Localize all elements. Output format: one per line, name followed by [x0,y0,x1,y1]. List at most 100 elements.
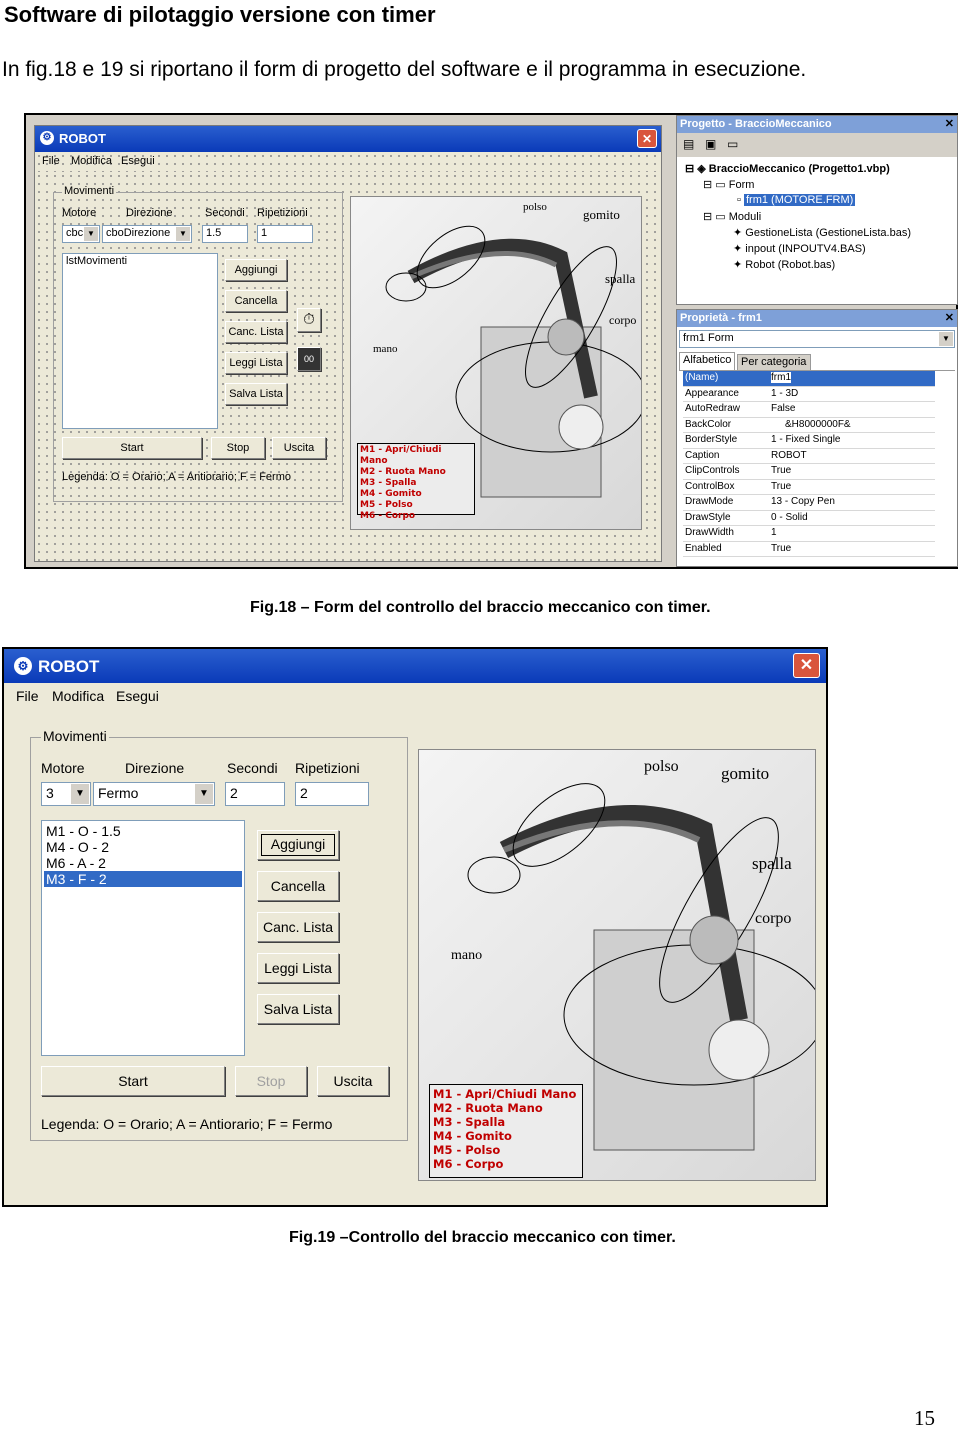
motor-legend-item: M3 - Spalla [360,478,417,488]
property-row[interactable]: DrawStyle 0 - Solid [683,511,935,526]
salva-lista-button[interactable]: Salva Lista [257,994,339,1024]
motore-combo-value: cbc [66,227,84,239]
property-value: False [771,403,796,414]
tab-alfabetico[interactable]: Alfabetico [679,352,735,370]
property-value: True [771,480,792,492]
salva-lista-button[interactable]: Salva Lista [225,383,287,405]
property-row[interactable]: BackColor &H8000000F& [683,418,935,433]
property-row[interactable]: ControlBox True [683,480,935,495]
view-code-icon[interactable]: ▤ [683,137,694,151]
property-value: 1 [771,527,777,538]
chevron-down-icon[interactable]: ▼ [176,227,190,241]
list-item[interactable]: M1 - O - 1.5 [44,823,242,839]
aggiungi-button[interactable]: Aggiungi [225,259,287,281]
cancella-button[interactable]: Cancella [225,290,287,312]
close-icon[interactable]: ✕ [945,117,954,130]
page-number: 15 [914,1406,935,1430]
ripetizioni-input[interactable]: 1 [257,225,313,243]
chevron-down-icon[interactable]: ▼ [195,784,213,804]
motor-legend-item: M6 - Corpo [360,511,416,521]
list-item[interactable]: M4 - O - 2 [44,839,242,855]
form-folder[interactable]: ⊟ ▭ Form [703,178,754,191]
property-grid: (Name) frm1 Appearance 1 - 3D AutoRedraw Fa… [679,370,955,566]
canc-lista-button[interactable]: Canc. Lista [257,912,339,942]
stop-button[interactable]: Stop [211,437,265,459]
leggi-lista-button[interactable]: Leggi Lista [257,953,339,983]
project-explorer: Progetto - BraccioMeccanico ✕ ▤ ▣ ▭ ⊟ ◈ … [676,115,958,305]
property-row[interactable]: Appearance 1 - 3D [683,387,935,402]
property-row[interactable]: Enabled True [683,542,935,557]
movimenti-listbox[interactable]: M1 - O - 1.5 M4 - O - 2 M6 - A - 2 M3 - … [41,820,245,1056]
menu-modifica[interactable]: Modifica [71,155,112,167]
property-row[interactable]: Caption ROBOT [683,449,935,464]
chevron-down-icon[interactable]: ▼ [71,784,89,804]
label-polso: polso [523,201,547,213]
direzione-combo[interactable]: Fermo ▼ [93,782,215,806]
uscita-button[interactable]: Uscita [272,437,326,459]
motore-combo[interactable]: 3 ▼ [41,782,91,806]
motor-legend-item: M3 - Spalla [433,1115,506,1129]
menu-esegui[interactable]: Esegui [121,155,155,167]
property-key: AutoRedraw [685,403,741,414]
canc-lista-button[interactable]: Canc. Lista [225,321,287,343]
start-button[interactable]: Start [41,1066,225,1096]
project-toolbar: ▤ ▣ ▭ [677,133,957,157]
form-item[interactable]: ▫ frm1 (MOTORE.FRM) [737,194,856,206]
close-icon[interactable]: ✕ [637,129,657,148]
view-object-icon[interactable]: ▣ [705,137,716,151]
project-root[interactable]: ⊟ ◈ BraccioMeccanico (Progetto1.vbp) [685,162,890,175]
property-value: 0 - Solid [771,511,808,523]
close-icon[interactable]: ✕ [945,311,954,324]
module-item[interactable]: ✦ Robot (Robot.bas) [733,258,835,271]
movimenti-group: Movimenti Motore Direzione Secondi Ripet… [53,185,343,502]
label-spalla: spalla [605,271,636,286]
module-item[interactable]: ✦ inpout (INPOUTV4.BAS) [733,242,866,255]
leggi-lista-button[interactable]: Leggi Lista [225,352,287,374]
list-item[interactable]: M6 - A - 2 [44,855,242,871]
motore-combo[interactable]: cbc ▼ [62,225,100,243]
chevron-down-icon[interactable]: ▼ [939,332,953,346]
chevron-down-icon[interactable]: ▼ [84,227,98,241]
property-row[interactable]: BorderStyle 1 - Fixed Single [683,433,935,449]
uscita-button[interactable]: Uscita [317,1066,389,1096]
movimenti-group-title: Movimenti [41,728,109,744]
tab-per-categoria[interactable]: Per categoria [737,354,811,370]
robot-window-titlebar: ⚙ ROBOT ✕ [4,649,826,683]
property-key: Enabled [685,542,722,554]
movimenti-listbox[interactable]: lstMovimenti [62,253,218,429]
property-row[interactable]: DrawWidth 1 [683,526,935,542]
secondi-input[interactable]: 1.5 [202,225,248,243]
menu-modifica[interactable]: Modifica [52,688,104,704]
property-value: frm1 [771,372,791,383]
design-grid: Movimenti Motore Direzione Secondi Ripet… [35,172,661,561]
secondi-input[interactable]: 2 [225,782,285,806]
aggiungi-button[interactable]: Aggiungi [257,830,339,860]
module-item[interactable]: ✦ GestioneLista (GestioneLista.bas) [733,226,911,239]
label-gomito: gomito [583,207,620,222]
robot-arm-picture: polso gomito spalla corpo mano M1 - Apri… [350,196,642,530]
property-key: BackColor [685,418,732,430]
property-value: True [771,542,792,554]
motor-legend-item: M2 - Ruota Mano [360,467,446,477]
property-row[interactable]: (Name) frm1 [683,371,935,387]
modules-folder[interactable]: ⊟ ▭ Moduli [703,210,761,223]
motore-label: Motore [41,760,85,776]
property-row[interactable]: AutoRedraw False [683,402,935,418]
stop-button[interactable]: Stop [235,1066,307,1096]
menu-file[interactable]: File [16,688,39,704]
cancella-button[interactable]: Cancella [257,871,339,901]
ripetizioni-label: Ripetizioni [257,207,308,219]
list-item-selected[interactable]: M3 - F - 2 [44,871,242,887]
folder-icon[interactable]: ▭ [727,137,738,151]
menu-file[interactable]: File [42,155,60,167]
motor-legend-item: M4 - Gomito [433,1129,512,1143]
ripetizioni-input[interactable]: 2 [295,782,369,806]
direzione-combo[interactable]: cboDirezione ▼ [102,225,192,243]
property-row[interactable]: DrawMode 13 - Copy Pen [683,495,935,511]
menu-esegui[interactable]: Esegui [116,688,159,704]
property-value: 1 - 3D [771,387,799,399]
object-selector[interactable]: frm1 Form ▼ [679,330,955,348]
property-row[interactable]: ClipControls True [683,464,935,480]
start-button[interactable]: Start [62,437,202,459]
close-icon[interactable]: ✕ [793,653,820,678]
